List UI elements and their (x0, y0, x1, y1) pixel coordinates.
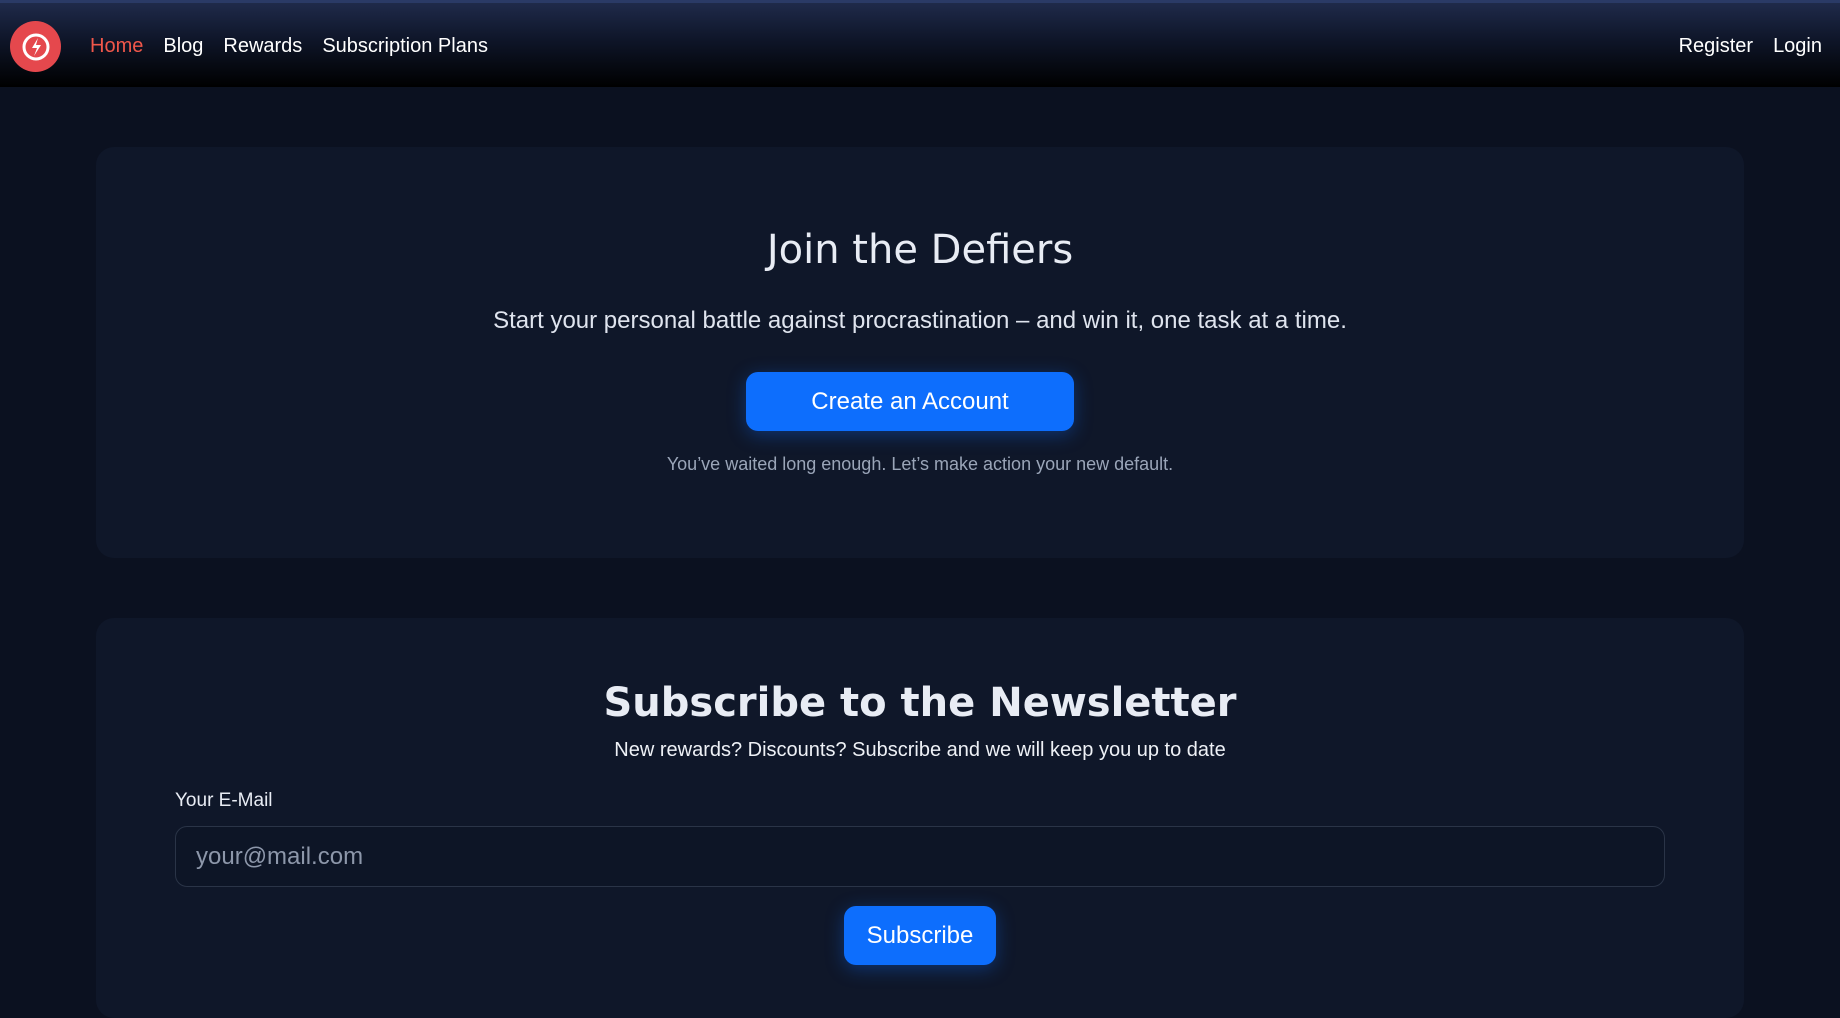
email-label: Your E-Mail (175, 790, 273, 811)
join-title: Join the Defiers (766, 227, 1074, 273)
newsletter-title: Subscribe to the Newsletter (603, 680, 1237, 726)
top-navbar: Home Blog Rewards Subscription Plans Reg… (0, 0, 1840, 87)
subscribe-button[interactable]: Subscribe (844, 906, 996, 965)
nav-home-link[interactable]: Home (90, 35, 143, 58)
logo[interactable] (10, 21, 61, 72)
email-field[interactable] (175, 826, 1665, 887)
register-link[interactable]: Register (1679, 35, 1753, 58)
nav-rewards-link[interactable]: Rewards (223, 35, 302, 58)
join-card: Join the Defiers Start your personal bat… (96, 147, 1744, 558)
newsletter-subtitle: New rewards? Discounts? Subscribe and we… (614, 739, 1226, 761)
create-account-button[interactable]: Create an Account (746, 372, 1074, 431)
auth-nav: Register Login (1679, 3, 1822, 90)
newsletter-card: Subscribe to the Newsletter New rewards?… (96, 618, 1744, 1018)
page-content: Join the Defiers Start your personal bat… (0, 87, 1840, 1018)
nav-subscription-plans-link[interactable]: Subscription Plans (322, 35, 488, 58)
power-swirl-icon (22, 33, 49, 60)
login-link[interactable]: Login (1773, 35, 1822, 58)
join-note: You’ve waited long enough. Let’s make ac… (666, 454, 1174, 474)
nav-blog-link[interactable]: Blog (163, 35, 203, 58)
main-nav: Home Blog Rewards Subscription Plans (90, 3, 488, 90)
join-subtitle: Start your personal battle against procr… (493, 307, 1347, 334)
